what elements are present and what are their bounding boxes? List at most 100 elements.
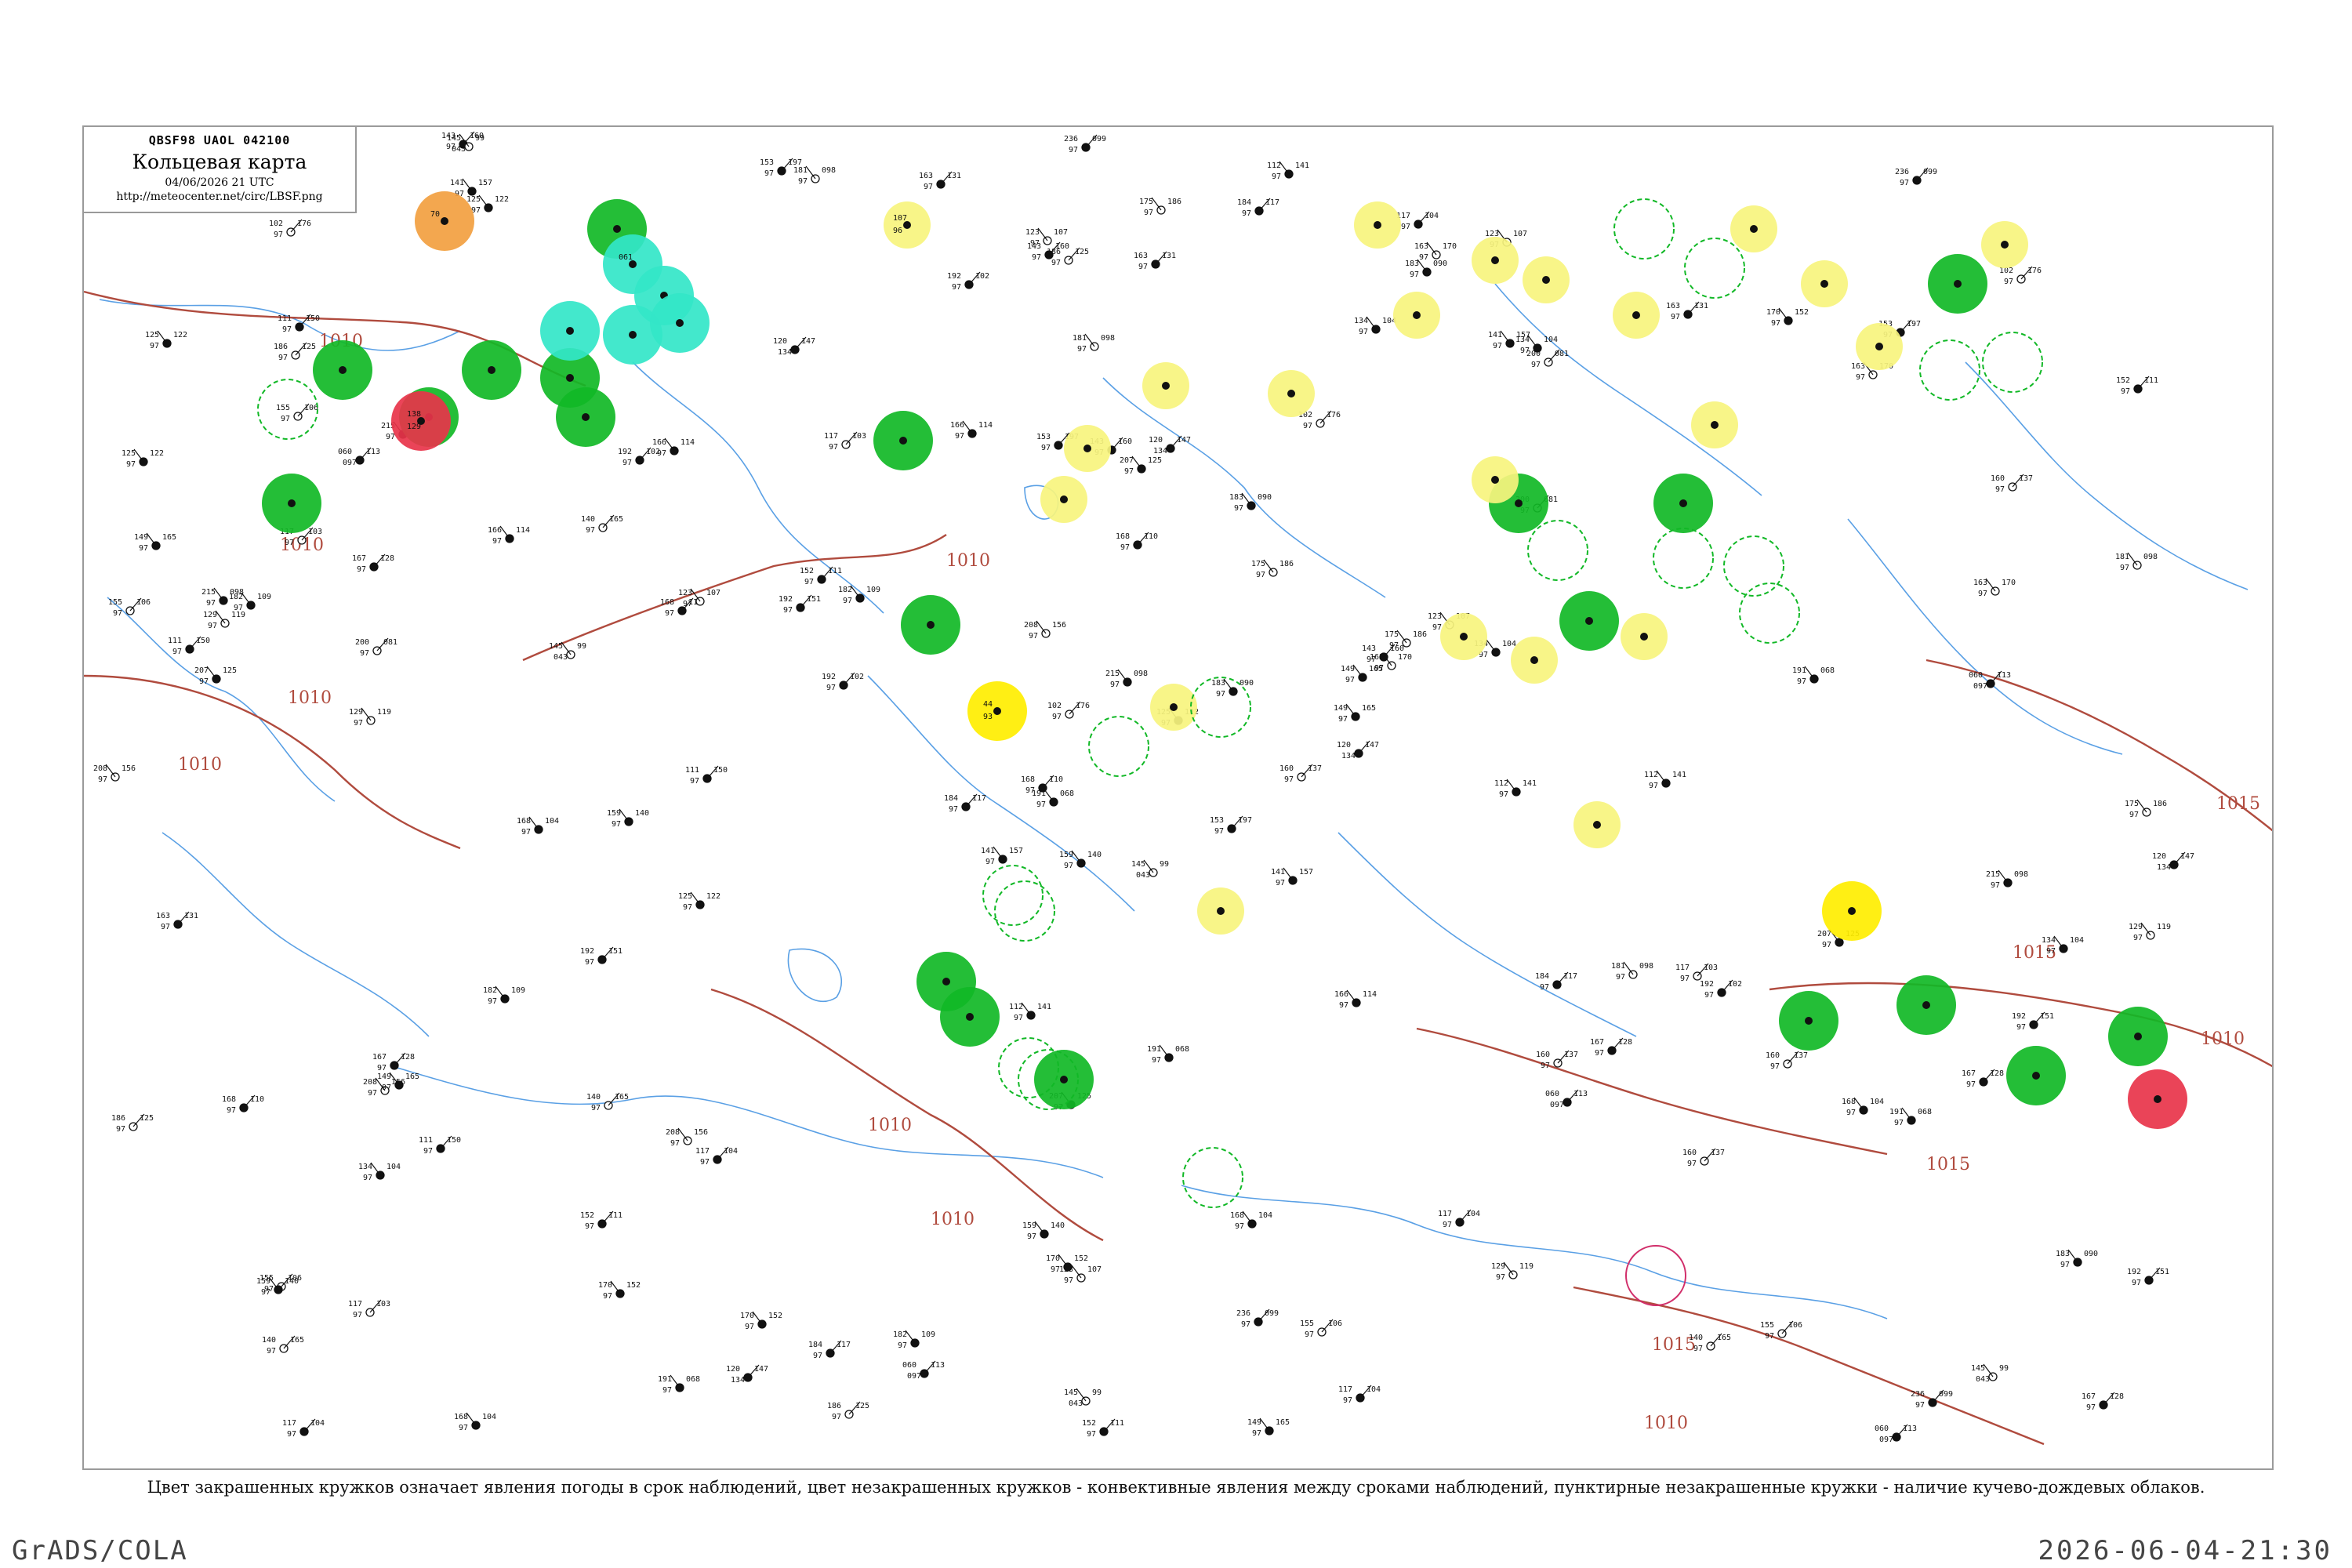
station-plot[interactable]: 184 117 97 (1535, 971, 1577, 992)
station-plot[interactable]: 236 099 97 (1236, 1308, 1279, 1329)
station-plot[interactable]: 192 151 97 (2012, 1011, 2054, 1032)
severe-circle[interactable]: 138 129 (391, 391, 451, 451)
rain_light-circle[interactable] (1064, 425, 1111, 472)
station-plot[interactable]: 152 111 97 (800, 566, 842, 586)
station-plot[interactable]: 215 098 97 (1986, 869, 2028, 890)
station-plot[interactable]: 192 102 97 (822, 672, 864, 692)
station-plot[interactable]: 129 119 97 (203, 610, 245, 630)
station-plot[interactable]: 200 081 97 (1526, 349, 1569, 369)
rain_light-circle[interactable]: 107 96 (884, 201, 931, 249)
station-plot[interactable]: 112 141 97 (1644, 770, 1686, 790)
station-plot[interactable]: 141 157 97 (1271, 867, 1313, 887)
station-plot[interactable]: 120 147 134 (2152, 851, 2194, 872)
rain_light-circle[interactable] (1440, 613, 1487, 660)
station-plot[interactable]: 183 090 97 (2056, 1249, 2098, 1269)
station-plot[interactable]: 167 128 97 (372, 1052, 415, 1073)
cb-cloud-circle[interactable] (1982, 332, 2043, 393)
station-plot[interactable]: 111 150 97 (168, 636, 210, 656)
station-plot[interactable]: 167 128 97 (2082, 1392, 2124, 1412)
station-plot[interactable]: 117 103 97 (348, 1299, 390, 1319)
station-plot[interactable]: 102 17697 (1047, 701, 1090, 721)
station-plot[interactable]: 163 131 97 (919, 171, 961, 191)
station-plot[interactable]: 129 119 97 (1491, 1261, 1534, 1282)
station-plot[interactable]: 168 104 97 (1842, 1097, 1884, 1117)
thunderstorm-circle[interactable] (1559, 591, 1619, 651)
thunderstorm-circle[interactable] (873, 411, 933, 470)
rain_light-circle[interactable] (1142, 362, 1189, 409)
station-plot[interactable]: 117 104 97 (1338, 1385, 1381, 1405)
rain_light-circle[interactable] (1354, 201, 1401, 249)
station-plot[interactable]: 167 128 97 (1590, 1037, 1632, 1058)
thunderstorm-circle[interactable] (1928, 254, 1987, 314)
station-plot[interactable]: 183 090 97 (1405, 259, 1447, 279)
station-plot[interactable]: 166 114 97 (488, 525, 530, 546)
rain_light-circle[interactable] (1573, 801, 1621, 848)
station-plot[interactable]: 236 099 97 (1064, 134, 1106, 154)
thunderstorm-circle[interactable] (901, 595, 960, 655)
station-plot[interactable]: 117 104 97 (282, 1418, 325, 1439)
station-plot[interactable]: 181 098 97 (1073, 333, 1115, 354)
station-plot[interactable]: 163 131 97 (1134, 251, 1176, 271)
station-plot[interactable]: 140 165 97 (262, 1335, 304, 1356)
station-plot[interactable]: 168 110 97 (222, 1094, 264, 1115)
station-plot[interactable]: 152 111 97 (1082, 1418, 1124, 1439)
station-plot[interactable]: 163 131 97 (156, 911, 198, 931)
station-plot[interactable]: 207 125 97 (194, 666, 237, 686)
station-plot[interactable]: 159 140 97 (1022, 1221, 1065, 1241)
station-plot[interactable]: 145 99 043 (1064, 1388, 1102, 1408)
station-plot[interactable]: 117 104 97 (1438, 1209, 1480, 1229)
station-plot[interactable]: 112 141 97 (1267, 161, 1309, 181)
station-plot[interactable]: 152 111 97 (2116, 376, 2158, 396)
station-plot[interactable]: 192 151 97 (2127, 1267, 2169, 1287)
station-plot[interactable]: 160 137 97 (1536, 1050, 1578, 1070)
station-plot[interactable]: 175 186 97 (1139, 197, 1181, 217)
station-plot[interactable]: 181 098 97 (793, 165, 836, 186)
severe-circle[interactable] (2128, 1069, 2187, 1129)
station-plot[interactable]: 111 150 97 (419, 1135, 461, 1156)
rain_light-circle[interactable] (1268, 370, 1315, 417)
station-plot[interactable]: 236 099 97 (1895, 167, 1937, 187)
station-plot[interactable]: 16317097 (1370, 652, 1412, 673)
station-plot[interactable]: 208 156 97 (93, 764, 136, 784)
rain_light-circle[interactable] (1856, 323, 1903, 370)
station-plot[interactable]: 060 113 097 (1545, 1089, 1588, 1109)
station-plot[interactable]: 102 17697 (1298, 410, 1341, 430)
station-plot[interactable]: 182 109 97 (838, 585, 880, 605)
station-plot[interactable]: 112 141 97 (1009, 1002, 1051, 1022)
station-plot[interactable]: 191 06897 (1147, 1044, 1189, 1065)
convective-circle[interactable] (1625, 1245, 1686, 1306)
rain_light-circle[interactable] (1613, 292, 1660, 339)
station-plot[interactable]: 168 104 97 (454, 1412, 496, 1432)
station-plot[interactable]: 155 106 97 (1300, 1319, 1342, 1339)
rain_light-circle[interactable] (1801, 260, 1848, 307)
station-plot[interactable]: 170 152 97 (1766, 307, 1809, 328)
station-plot[interactable]: 141 157 97 (981, 846, 1023, 866)
cb-cloud-circle[interactable] (1182, 1147, 1243, 1208)
cb-cloud-circle[interactable] (982, 865, 1044, 926)
station-plot[interactable]: 120 147 134 (1149, 435, 1191, 456)
station-plot[interactable]: 143 160 97 (1027, 241, 1069, 262)
station-plot[interactable]: 208 156 97 (666, 1127, 708, 1148)
station-plot[interactable]: 160 137 97 (1279, 764, 1322, 784)
station-plot[interactable]: 117 104 97 (695, 1146, 738, 1167)
rain_light-circle[interactable] (1981, 221, 2028, 268)
station-plot[interactable]: 215 098 97 (1105, 669, 1148, 689)
station-plot[interactable]: 145 99 043 (1131, 859, 1169, 880)
thunderstorm-circle[interactable] (262, 474, 321, 533)
haze-circle[interactable]: 70 (415, 191, 474, 251)
cb-cloud-circle[interactable] (1653, 528, 1714, 589)
station-plot[interactable]: 125 122 97 (122, 448, 164, 469)
station-plot[interactable]: 168 110 97 (1021, 775, 1063, 795)
station-plot[interactable]: 159 140 97 (1059, 850, 1102, 870)
station-plot[interactable]: 155 106 97 (276, 403, 318, 423)
station-plot[interactable]: 166 114 97 (1334, 989, 1377, 1010)
station-plot[interactable]: 191 06897 (1032, 789, 1074, 809)
rain_light-circle[interactable] (1730, 205, 1777, 252)
station-plot[interactable]: 170 152 97 (1046, 1254, 1088, 1274)
shower-circle[interactable] (650, 293, 710, 353)
map-url[interactable]: http://meteocenter.net/circ/LBSF.png (84, 191, 355, 203)
rain_light-circle[interactable] (1472, 237, 1519, 284)
station-plot[interactable]: 168 104 97 (1230, 1210, 1272, 1231)
station-plot[interactable]: 102 17697 (1999, 266, 2042, 286)
station-plot[interactable]: 125 122 97 (678, 891, 720, 912)
